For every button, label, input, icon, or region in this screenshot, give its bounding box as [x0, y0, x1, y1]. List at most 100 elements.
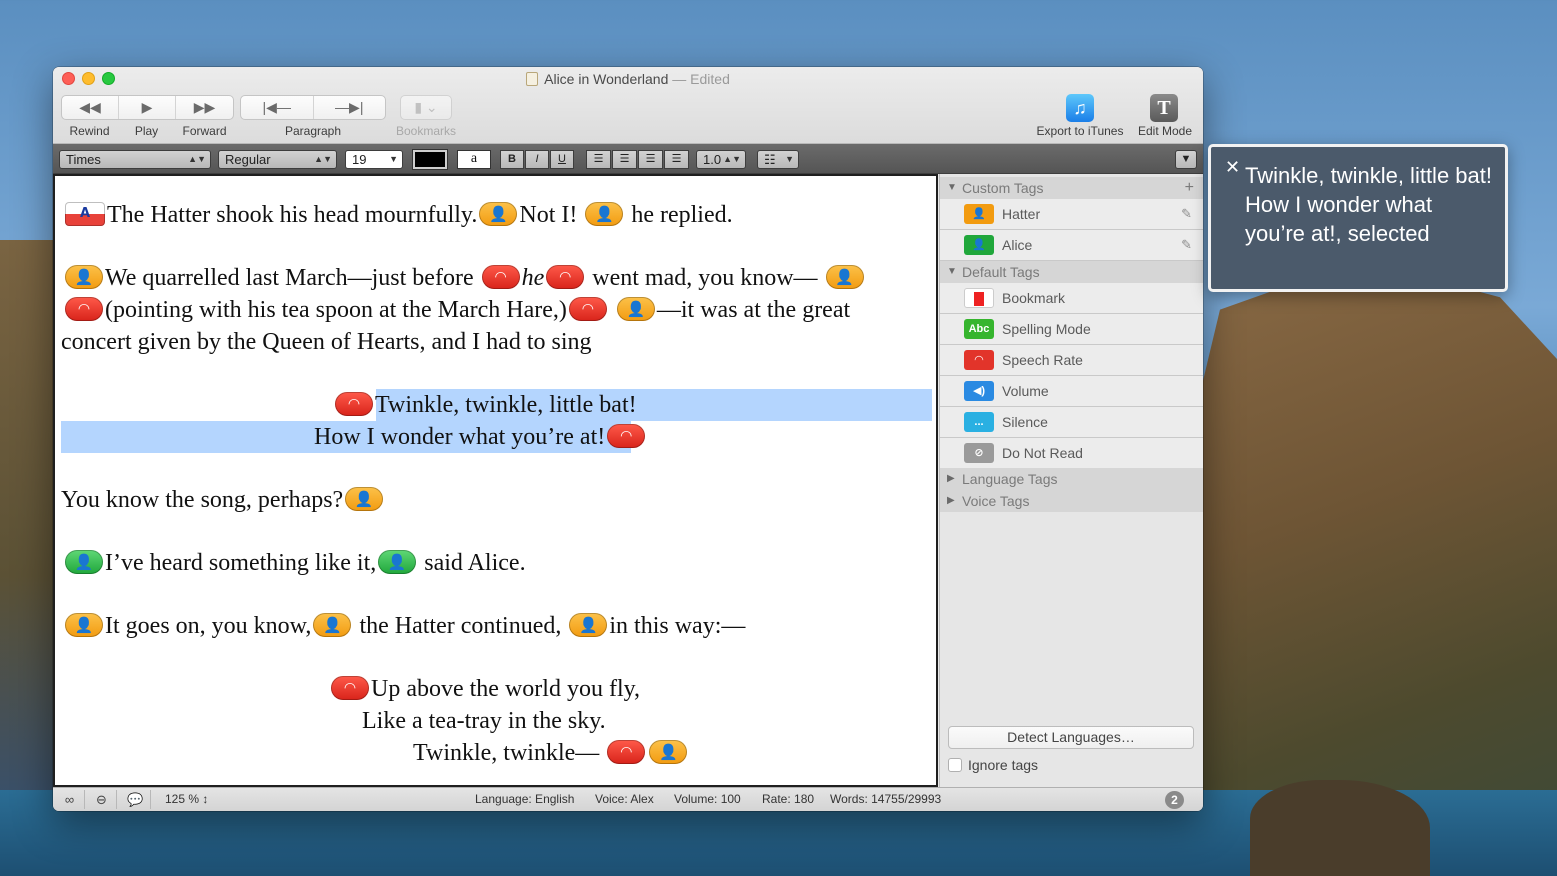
text-line: Like a tea-tray in the sky. [362, 708, 606, 734]
minus-circle-icon[interactable]: ⊖ [87, 790, 117, 809]
ignore-tags-checkbox[interactable]: Ignore tags [948, 757, 1038, 773]
gauge-icon: ◠ [77, 301, 91, 317]
tag-item-do-not-read[interactable]: ⊘ Do Not Read [940, 438, 1203, 469]
spelling-icon: Abc [964, 319, 994, 339]
tag-item-bookmark[interactable]: Bookmark [940, 283, 1203, 314]
previous-paragraph-button[interactable]: |◀— [241, 96, 314, 119]
text-line: How I wonder what you’re at! ◠ [314, 421, 647, 453]
tag-item-hatter[interactable]: 👤 Hatter ✎ [940, 199, 1203, 230]
add-tag-icon[interactable]: + [1185, 177, 1194, 199]
voiceover-caption-panel: ✕ Twinkle, twinkle, little bat! How I wo… [1208, 144, 1508, 292]
person-icon: 👤 [579, 616, 598, 634]
voice-tag-hatter[interactable]: 👤 [345, 487, 384, 511]
language-status: Language: English [475, 792, 575, 806]
voice-tag-alice[interactable]: 👤 [65, 550, 103, 574]
checkbox-box[interactable] [948, 758, 962, 772]
text-line: ◠ Twinkle, twinkle, little bat! [333, 389, 637, 421]
voice-tags-header[interactable]: ▶ Voice Tags [940, 490, 1203, 512]
close-icon[interactable]: ✕ [1225, 157, 1240, 178]
justify-button[interactable]: ☰ [664, 150, 689, 169]
window-title: Alice in Wonderland — Edited [53, 71, 1203, 87]
text-editor[interactable]: A The Hatter shook his head mournfully. 👤 N… [53, 174, 938, 787]
speech-rate-tag[interactable]: ◠ [546, 265, 585, 289]
zoom-level-select[interactable]: 125 % ↕ [165, 792, 208, 806]
pencil-icon[interactable]: ✎ [1181, 199, 1192, 229]
text-color-well[interactable] [412, 149, 448, 170]
default-tags-header[interactable]: ▼ Default Tags [940, 261, 1203, 283]
voice-tag-hatter[interactable]: 👤 [65, 265, 103, 289]
language-tag[interactable]: A [65, 202, 105, 226]
reading-glasses-icon[interactable]: ∞ [55, 790, 85, 809]
forward-button[interactable]: ▶▶ [176, 96, 233, 119]
voice-tag-alice[interactable]: 👤 [378, 550, 417, 574]
align-center-button[interactable]: ☰ [612, 150, 637, 169]
person-icon: 👤 [387, 553, 407, 571]
app-window: Alice in Wonderland — Edited ◀◀ ▶ ▶▶ Rew… [53, 67, 1203, 811]
font-style-select[interactable]: Regular ▲▼ [218, 150, 337, 169]
person-icon: 👤 [626, 300, 646, 318]
person-icon: 👤 [658, 743, 678, 761]
person-icon: 👤 [964, 204, 994, 224]
language-tag-icon: A [79, 206, 91, 221]
itunes-icon[interactable]: ♫ [1066, 94, 1094, 122]
speech-rate-tag[interactable]: ◠ [607, 740, 646, 764]
font-size-field[interactable]: 19 ▼ [345, 150, 403, 169]
align-right-button[interactable]: ☰ [638, 150, 663, 169]
tag-item-alice[interactable]: 👤 Alice ✎ [940, 230, 1203, 261]
status-bar: ∞ ⊖ 💬 125 % ↕ Language: English Voice: A… [53, 787, 1203, 811]
play-button[interactable]: ▶ [119, 96, 176, 119]
speech-rate-tag[interactable]: ◠ [481, 265, 520, 289]
voice-tag-hatter[interactable]: 👤 [569, 613, 608, 637]
voice-tag-hatter[interactable]: 👤 [649, 740, 688, 764]
voice-tag-hatter[interactable]: 👤 [825, 265, 864, 289]
voice-tag-hatter[interactable]: 👤 [65, 613, 103, 637]
person-icon: 👤 [323, 616, 342, 634]
gauge-icon: ◠ [620, 744, 633, 760]
notification-badge[interactable]: 2 [1165, 791, 1184, 809]
tag-item-silence[interactable]: ... Silence [940, 407, 1203, 438]
background-color-well[interactable]: a [457, 150, 491, 169]
font-family-select[interactable]: Times ▲▼ [59, 150, 211, 169]
italic-button[interactable]: I [525, 150, 549, 169]
detect-languages-button[interactable]: Detect Languages… [948, 726, 1194, 749]
bookmark-icon [964, 288, 994, 308]
voice-tag-hatter[interactable]: 👤 [616, 297, 655, 321]
text-line: ◠ (pointing with his tea spoon at the Mar… [63, 294, 850, 326]
text-line: concert given by the Queen of Hearts, an… [61, 329, 592, 355]
speech-rate-tag[interactable]: ◠ [65, 297, 103, 321]
edit-mode-icon[interactable]: T [1150, 94, 1178, 122]
tag-item-spelling-mode[interactable]: Abc Spelling Mode [940, 314, 1203, 345]
voice-tag-hatter[interactable]: 👤 [479, 202, 518, 226]
voice-tag-hatter[interactable]: 👤 [313, 613, 352, 637]
rewind-button[interactable]: ◀◀ [62, 96, 119, 119]
stepper-icon: ▲▼ [723, 154, 741, 164]
speech-rate-tag[interactable]: ◠ [607, 424, 646, 448]
next-paragraph-button[interactable]: —▶| [314, 96, 386, 119]
forward-label: Forward [182, 124, 227, 138]
speech-rate-tag[interactable]: ◠ [335, 392, 373, 416]
voice-tag-hatter[interactable]: 👤 [585, 202, 624, 226]
speech-rate-tag[interactable]: ◠ [568, 297, 607, 321]
tag-item-volume[interactable]: ◀) Volume [940, 376, 1203, 407]
text-line: A The Hatter shook his head mournfully. 👤 N… [63, 199, 733, 231]
tag-item-speech-rate[interactable]: ◠ Speech Rate [940, 345, 1203, 376]
gauge-icon: ◠ [964, 350, 994, 370]
speech-bubble-icon[interactable]: 💬 [121, 790, 151, 809]
bookmarks-menu[interactable]: ▮ ⌄ [400, 95, 452, 120]
list-style-select[interactable]: ☷ ▼ [757, 150, 799, 169]
pencil-icon[interactable]: ✎ [1181, 230, 1192, 260]
sidebar-toggle-button[interactable]: ▼ [1175, 150, 1197, 169]
tags-sidebar: ▼ Custom Tags + 👤 Hatter ✎ 👤 Alice ✎ ▼ Default … [939, 174, 1203, 787]
custom-tags-header[interactable]: ▼ Custom Tags + [940, 177, 1203, 199]
gauge-icon: ◠ [343, 680, 357, 696]
gauge-icon: ◠ [559, 269, 572, 285]
align-left-button[interactable]: ☰ [586, 150, 611, 169]
line-spacing-select[interactable]: 1.0 ▲▼ [696, 150, 746, 169]
bold-button[interactable]: B [500, 150, 524, 169]
desktop-landscape-left [0, 240, 60, 800]
gauge-icon: ◠ [581, 301, 594, 317]
person-icon: 👤 [74, 553, 94, 571]
underline-button[interactable]: U [550, 150, 574, 169]
language-tags-header[interactable]: ▶ Language Tags [940, 468, 1203, 490]
speech-rate-tag[interactable]: ◠ [331, 676, 369, 700]
